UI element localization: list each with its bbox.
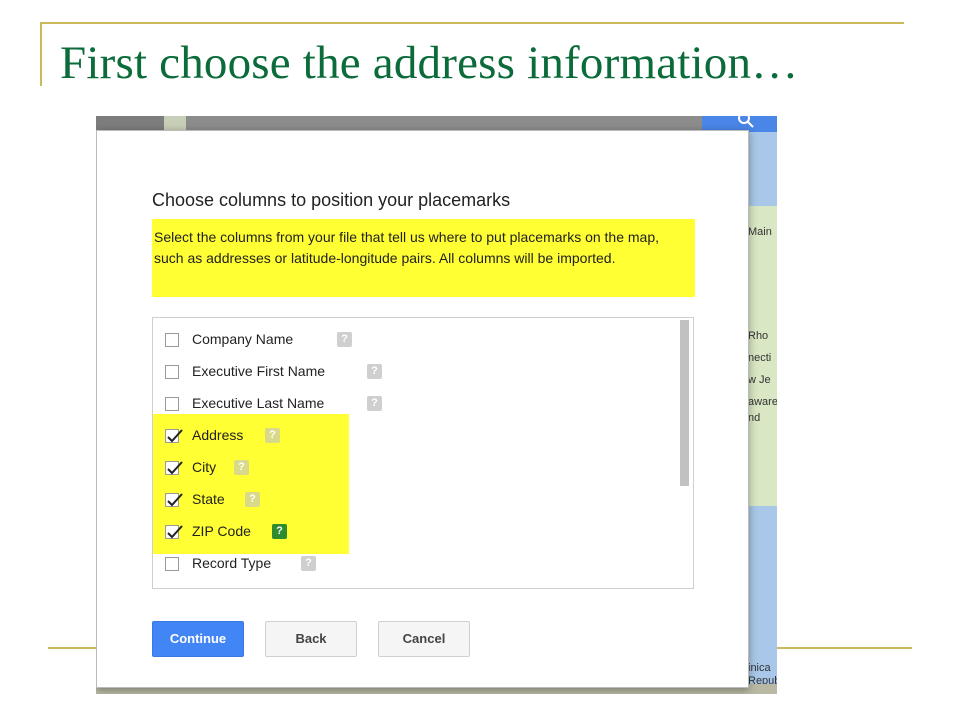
checkbox[interactable] bbox=[165, 557, 179, 571]
map-label: aware bbox=[748, 396, 777, 408]
slide-rule-left bbox=[40, 22, 42, 86]
checkbox-checked[interactable] bbox=[165, 461, 183, 475]
map-label: inica bbox=[748, 662, 771, 674]
checkmark-icon bbox=[167, 429, 183, 443]
choose-columns-dialog: Choose columns to position your placemar… bbox=[96, 130, 749, 688]
search-icon[interactable] bbox=[736, 116, 756, 130]
dialog-title: Choose columns to position your placemar… bbox=[152, 190, 511, 210]
map-label: nd bbox=[748, 412, 761, 424]
checkbox[interactable] bbox=[165, 365, 179, 379]
help-icon[interactable]: ? bbox=[367, 364, 382, 379]
checkmark-icon bbox=[167, 525, 183, 539]
checkbox[interactable] bbox=[165, 333, 179, 347]
column-label: Address bbox=[192, 427, 244, 443]
checkmark-icon bbox=[167, 493, 183, 507]
checkbox-checked[interactable] bbox=[165, 429, 183, 443]
checkmark-icon bbox=[167, 461, 183, 475]
dialog-description: Select the columns from your file that t… bbox=[152, 219, 695, 297]
column-label: Executive Last Name bbox=[192, 395, 325, 411]
help-icon[interactable]: ? bbox=[245, 492, 260, 507]
cancel-button[interactable]: Cancel bbox=[378, 621, 470, 657]
column-label: Record Type bbox=[192, 555, 272, 571]
back-button[interactable]: Back bbox=[265, 621, 357, 657]
column-label: Executive First Name bbox=[192, 363, 326, 379]
column-label: ZIP Code bbox=[192, 523, 251, 539]
help-icon[interactable]: ? bbox=[272, 524, 287, 539]
slide-title: First choose the address information… bbox=[60, 37, 799, 89]
help-icon[interactable]: ? bbox=[265, 428, 280, 443]
checkbox-checked[interactable] bbox=[165, 525, 183, 539]
map-label: Main bbox=[748, 226, 772, 238]
column-list[interactable]: Company Name ? Executive First Name ? Ex… bbox=[152, 317, 694, 589]
checkbox-checked[interactable] bbox=[165, 493, 183, 507]
column-label: State bbox=[192, 491, 225, 507]
scrollbar-thumb[interactable] bbox=[680, 320, 689, 486]
map-label: Rho bbox=[748, 330, 769, 342]
map-label: w Je bbox=[748, 374, 771, 386]
slide-rule-bottom-right bbox=[776, 647, 912, 649]
help-icon[interactable]: ? bbox=[234, 460, 249, 475]
column-label: City bbox=[192, 459, 217, 475]
slide-rule-bottom-left bbox=[48, 647, 98, 649]
column-label: Company Name bbox=[192, 331, 294, 347]
continue-button[interactable]: Continue bbox=[152, 621, 244, 657]
help-icon[interactable]: ? bbox=[301, 556, 316, 571]
help-icon[interactable]: ? bbox=[367, 396, 382, 411]
checkbox[interactable] bbox=[165, 397, 179, 411]
map-label: necti bbox=[748, 352, 772, 364]
screenshot: Main Rho necti w Je aware nd inica Repub… bbox=[96, 116, 777, 694]
slide-rule-top bbox=[40, 22, 904, 24]
help-icon[interactable]: ? bbox=[337, 332, 352, 347]
